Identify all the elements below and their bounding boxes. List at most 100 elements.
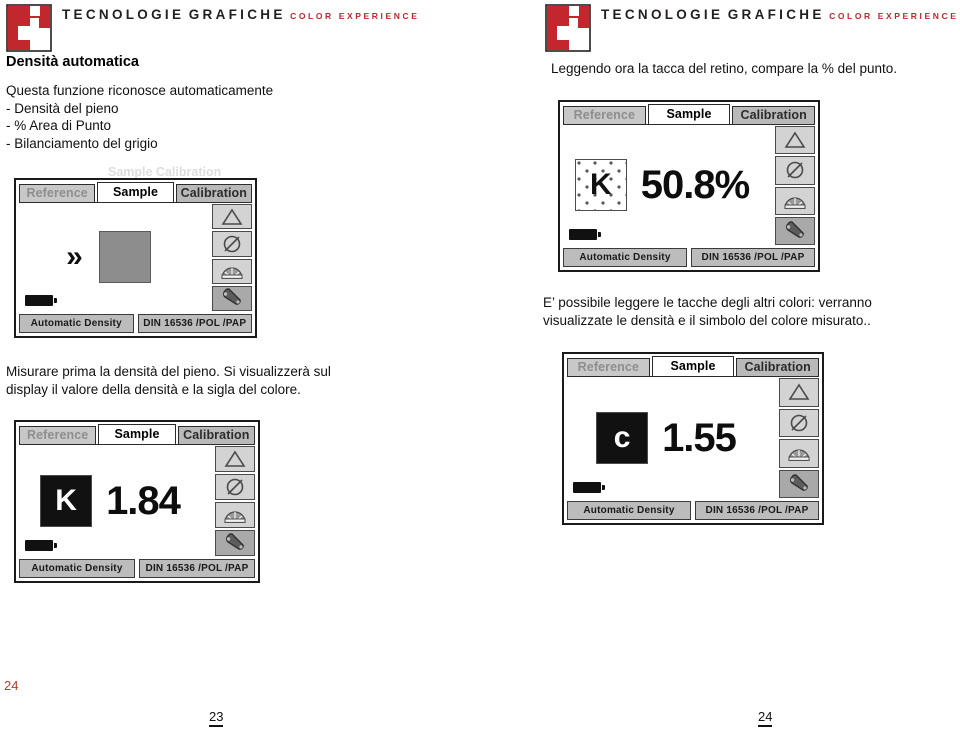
device-screen-solid-density[interactable]: Reference Sample Calibration K 1.84 Auto…	[14, 420, 260, 583]
tab-calibration[interactable]: Calibration	[732, 106, 816, 125]
brand-logo-right: TECNOLOGIE GRAFICHE COLOR EXPERIENCE	[545, 4, 959, 52]
device-reading-area: K 50.8%	[563, 125, 775, 245]
tab-sample[interactable]: Sample	[647, 104, 731, 125]
battery-icon	[569, 229, 603, 240]
diameter-slash-icon[interactable]	[779, 408, 819, 437]
status-standard: DIN 16536 /POL /PAP	[137, 314, 252, 333]
device-status-bar: Automatic Density DIN 16536 /POL /PAP	[563, 248, 815, 267]
advance-chevron-icon: »	[66, 240, 83, 273]
status-standard: DIN 16536 /POL /PAP	[695, 501, 819, 520]
device-status-bar: Automatic Density DIN 16536 /POL /PAP	[19, 559, 255, 578]
device-side-buttons[interactable]	[215, 445, 255, 556]
dot-area-value: 50.8%	[640, 163, 750, 207]
battery-cell	[25, 540, 53, 551]
battery-icon	[573, 482, 607, 493]
color-fan-icon[interactable]	[212, 258, 252, 284]
right-caption-top-line: Leggendo ora la tacca del retino, compar…	[551, 61, 897, 76]
color-swatch: K	[574, 159, 627, 211]
delta-triangle-icon[interactable]	[779, 378, 819, 407]
tab-calibration[interactable]: Calibration	[736, 358, 820, 377]
diameter-slash-icon[interactable]	[212, 231, 252, 257]
brand-wordmark: TECNOLOGIE GRAFICHE COLOR EXPERIENCE	[601, 4, 959, 24]
tab-reference[interactable]: Reference	[567, 358, 650, 377]
device-reading-area: »	[19, 203, 212, 311]
tab-sample[interactable]: Sample	[651, 356, 735, 377]
device-side-buttons[interactable]	[775, 125, 815, 245]
device-screen-dot-area[interactable]: Reference Sample Calibration K 50.8% Aut…	[558, 100, 820, 272]
reading-row: »	[66, 231, 151, 283]
intro-line-1: Questa funzione riconosce automaticament…	[6, 83, 274, 98]
device-side-buttons[interactable]	[779, 377, 819, 498]
left-caption: Misurare prima la densità del pieno. Si …	[6, 363, 331, 398]
status-mode: Automatic Density	[19, 314, 134, 333]
battery-terminal	[54, 298, 57, 303]
density-value: 1.84	[106, 478, 181, 523]
device-tabbar[interactable]: Reference Sample Calibration	[567, 356, 820, 377]
color-swatch: c	[596, 411, 649, 464]
delta-triangle-icon[interactable]	[215, 446, 255, 472]
status-standard: DIN 16536 /POL /PAP	[139, 559, 255, 578]
color-fan-icon[interactable]	[775, 186, 815, 215]
right-caption-mid-line-2: visualizzate le densità e il simbolo del…	[543, 312, 871, 328]
brand-line-1: TECNOLOGIE	[601, 7, 724, 22]
wrench-icon[interactable]	[215, 530, 255, 556]
tab-reference[interactable]: Reference	[563, 106, 646, 125]
battery-terminal	[54, 543, 57, 548]
wrench-icon[interactable]	[212, 285, 252, 311]
brand-mark-icon	[6, 4, 52, 52]
device-screen-measure-prompt[interactable]: Reference Sample Calibration » Automatic…	[14, 178, 257, 338]
device-screen-cyan-density[interactable]: Reference Sample Calibration c 1.55 Auto…	[562, 352, 824, 525]
device-screen-body: »	[19, 202, 252, 311]
battery-icon	[25, 540, 59, 551]
brand-line-2: GRAFICHE	[188, 7, 286, 22]
intro-paragraph: Questa funzione riconosce automaticament…	[6, 82, 273, 152]
battery-cell	[573, 482, 601, 493]
status-mode: Automatic Density	[567, 501, 691, 520]
wrench-icon[interactable]	[779, 469, 819, 498]
battery-terminal	[602, 485, 605, 490]
diameter-slash-icon[interactable]	[775, 156, 815, 185]
left-caption-line-2: display il valore della densità e la sig…	[6, 381, 301, 397]
tab-reference[interactable]: Reference	[19, 184, 96, 203]
brand-logo-left: TECNOLOGIE GRAFICHE COLOR EXPERIENCE	[6, 4, 420, 52]
battery-cell	[25, 295, 53, 306]
density-value: 1.55	[662, 415, 737, 460]
color-swatch: K	[40, 474, 93, 527]
diameter-slash-icon[interactable]	[215, 474, 255, 500]
brand-line-1: TECNOLOGIE	[62, 7, 185, 22]
device-tabbar[interactable]: Reference Sample Calibration	[563, 104, 816, 125]
brand-line-2: GRAFICHE	[727, 7, 825, 22]
device-reading-area: c 1.55	[567, 377, 779, 498]
tab-reference[interactable]: Reference	[19, 426, 97, 445]
tab-calibration[interactable]: Calibration	[177, 426, 255, 445]
device-side-buttons[interactable]	[212, 203, 252, 311]
battery-cell	[569, 229, 597, 240]
battery-icon	[25, 295, 59, 306]
ghost-artifact-text: Sample Calibration	[108, 165, 222, 179]
device-screen-body: K 50.8%	[563, 124, 815, 245]
device-status-bar: Automatic Density DIN 16536 /POL /PAP	[567, 501, 819, 520]
device-tabbar[interactable]: Reference Sample Calibration	[19, 182, 252, 203]
right-caption-top: Leggendo ora la tacca del retino, compar…	[551, 60, 897, 78]
tab-calibration[interactable]: Calibration	[175, 184, 252, 203]
delta-triangle-icon[interactable]	[775, 126, 815, 155]
right-caption-mid-line-1: E’ possibile leggere le tacche degli alt…	[543, 295, 872, 310]
device-tabbar[interactable]: Reference Sample Calibration	[19, 424, 255, 445]
status-mode: Automatic Density	[19, 559, 135, 578]
page-number-right: 24	[758, 710, 773, 727]
intro-line-3: - % Area di Punto	[6, 118, 112, 133]
delta-triangle-icon[interactable]	[212, 204, 252, 230]
page-number-left: 23	[209, 710, 224, 727]
left-caption-line-1: Misurare prima la densità del pieno. Si …	[6, 364, 331, 379]
wrench-icon[interactable]	[775, 216, 815, 245]
color-fan-icon[interactable]	[779, 439, 819, 468]
color-fan-icon[interactable]	[215, 502, 255, 528]
device-screen-body: K 1.84	[19, 444, 255, 556]
brand-tagline: COLOR EXPERIENCE	[290, 11, 420, 21]
page-marker-red: 24	[4, 678, 19, 693]
tab-sample[interactable]: Sample	[97, 182, 174, 203]
tab-sample[interactable]: Sample	[98, 424, 176, 445]
status-mode: Automatic Density	[563, 248, 687, 267]
reading-row: c 1.55	[596, 411, 737, 464]
status-standard: DIN 16536 /POL /PAP	[691, 248, 815, 267]
